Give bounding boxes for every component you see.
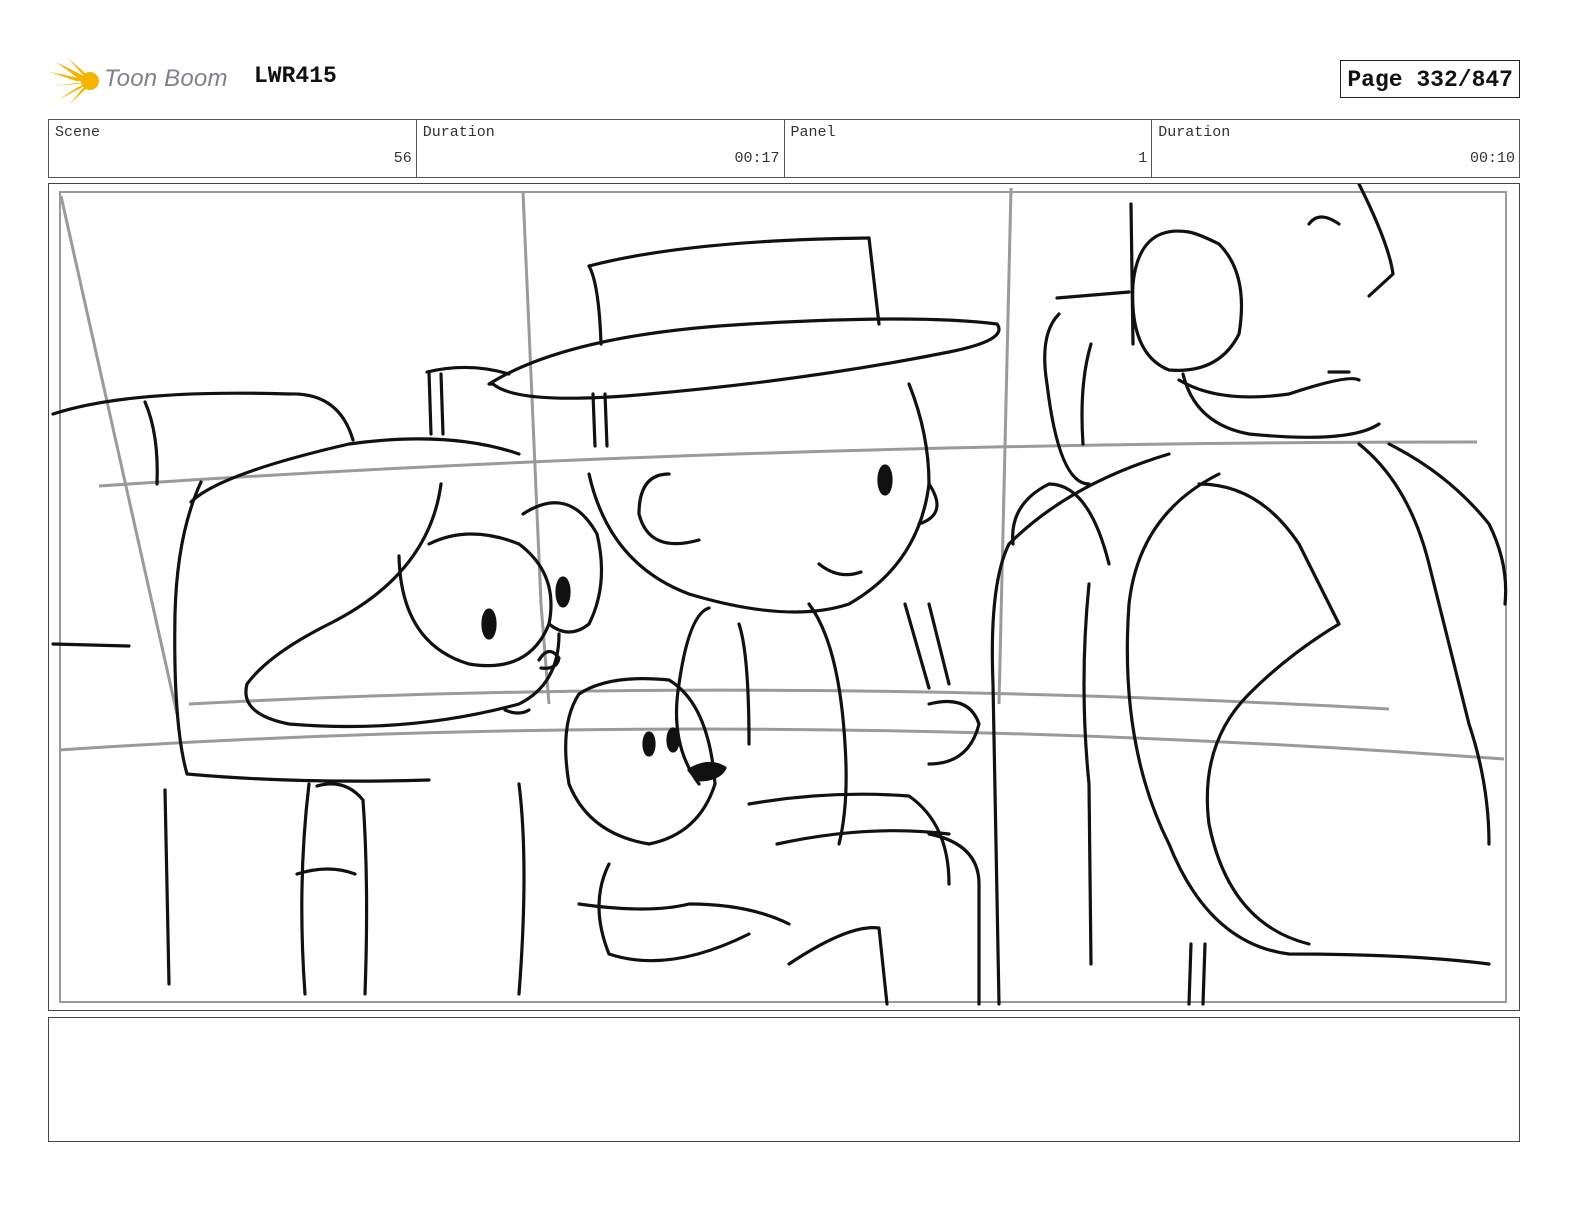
storyboard-panel [48, 183, 1520, 1011]
scene-value: 56 [393, 150, 412, 167]
safe-frame [59, 191, 1507, 1003]
scene-duration-cell: Duration 00:17 [417, 120, 785, 177]
perspective-guides [58, 187, 1505, 761]
page-header: Toon Boom LWR415 Page 332/847 [48, 56, 1520, 106]
scene-duration-label: Duration [422, 124, 495, 141]
logo-wordmark: Toon Boom [104, 65, 228, 92]
panel-duration-cell: Duration 00:10 [1152, 120, 1519, 177]
storyboard-sketch [51, 184, 1508, 1006]
scene-duration-value: 00:17 [734, 150, 780, 167]
toon-boom-logo: Toon Boom [48, 56, 248, 106]
project-code: LWR415 [254, 63, 337, 89]
starburst-icon [50, 58, 99, 104]
scene-cell: Scene 56 [49, 120, 417, 177]
page-number: Page 332/847 [1340, 60, 1520, 98]
info-bar: Scene 56 Duration 00:17 Panel 1 Duration… [48, 119, 1520, 178]
panel-value: 1 [1138, 150, 1148, 167]
panel-cell: Panel 1 [785, 120, 1153, 177]
panel-label: Panel [790, 124, 836, 141]
notes-box [48, 1017, 1520, 1142]
panel-duration-label: Duration [1158, 124, 1231, 141]
panel-duration-value: 00:10 [1469, 150, 1515, 167]
scene-label: Scene [55, 124, 101, 141]
character-sketch [51, 184, 1508, 1006]
